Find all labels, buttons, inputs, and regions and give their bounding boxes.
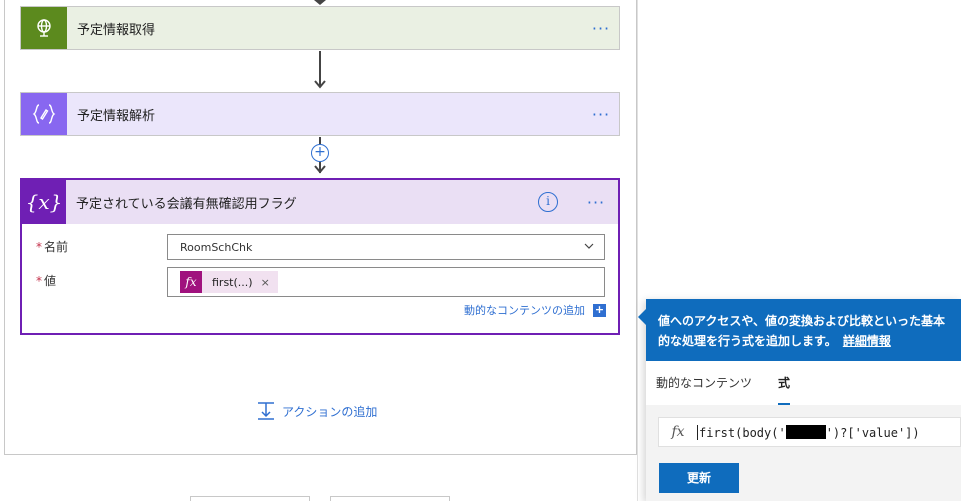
required-marker: * [36,274,42,288]
step-title: 予定情報取得 [77,22,156,38]
step-header[interactable]: {x} 予定されている会議有無確認用フラグ i ··· [22,180,618,224]
expression-part: first(body(' [699,425,786,440]
step-card-initialize-variable: {x} 予定されている会議有無確認用フラグ i ··· * 名前 RoomSchC… [20,178,620,335]
plus-icon: + [593,302,606,317]
more-options-button[interactable]: ··· [583,19,619,38]
banner-text: 値へのアクセスや、値の変換および比較といった基本的な処理を行う式を追加します。 [658,314,946,348]
expression-part: ')?['value']) [825,425,920,440]
tab-dynamic-content[interactable]: 動的なコンテンツ [656,361,752,405]
label-text: 名前 [44,240,69,254]
variable-icon: {x} [22,180,66,224]
popup-tabs: 動的なコンテンツ 式 [646,361,961,405]
connector-arrow [314,165,326,174]
step-card-parse-schedule[interactable]: 予定情報解析 ··· [20,92,620,136]
expression-input[interactable]: fx first(body(' ')?['value']) [658,417,961,447]
expression-text: first(body(' ')?['value']) [697,424,920,440]
name-select[interactable]: RoomSchChk [167,234,605,260]
name-field-label: * 名前 [36,238,68,255]
bottom-button-partial[interactable] [330,496,450,501]
add-action-label: アクションの追加 [282,404,378,419]
braces-edit-icon [21,93,67,135]
info-icon[interactable]: i [538,192,558,212]
globe-icon [21,7,67,49]
required-marker: * [36,240,42,254]
connector-arrow [314,80,326,89]
label-text: 値 [44,274,57,288]
tab-expression[interactable]: 式 [778,361,791,405]
top-connector-arrow [314,0,326,5]
bottom-button-partial[interactable] [190,496,310,501]
remove-token-button[interactable]: × [261,276,270,289]
step-card-get-schedule[interactable]: 予定情報取得 ··· [20,6,620,50]
more-options-button[interactable]: ··· [578,193,614,212]
learn-more-link[interactable]: 詳細情報 [843,334,891,348]
expression-popup: 値へのアクセスや、値の変換および比較といった基本的な処理を行う式を追加します。詳… [638,299,961,501]
link-text: 動的なコンテンツの追加 [464,304,585,317]
step-title: 予定情報解析 [77,108,156,124]
more-options-button[interactable]: ··· [583,105,619,124]
redacted-block [785,424,826,439]
update-button[interactable]: 更新 [659,463,739,493]
value-input[interactable]: fx first(...) × [167,267,605,297]
add-dynamic-content-link[interactable]: 動的なコンテンツの追加 + [464,302,606,318]
expression-token[interactable]: fx first(...) × [180,271,278,293]
value-field-label: * 値 [36,272,56,289]
fx-icon: fx [671,424,685,440]
token-label: first(...) [212,275,253,289]
add-action-button[interactable]: アクションの追加 [256,401,377,421]
chevron-down-icon [584,243,594,249]
popup-caret [638,309,646,325]
fx-icon: fx [180,271,202,293]
insert-step-button[interactable]: + [311,144,329,162]
step-title: 予定されている会議有無確認用フラグ [76,196,297,212]
popup-banner: 値へのアクセスや、値の変換および比較といった基本的な処理を行う式を追加します。詳… [646,299,961,361]
select-value: RoomSchChk [180,240,253,254]
add-action-icon [258,402,274,420]
expression-area: fx first(body(' ')?['value']) 更新 [646,405,961,501]
